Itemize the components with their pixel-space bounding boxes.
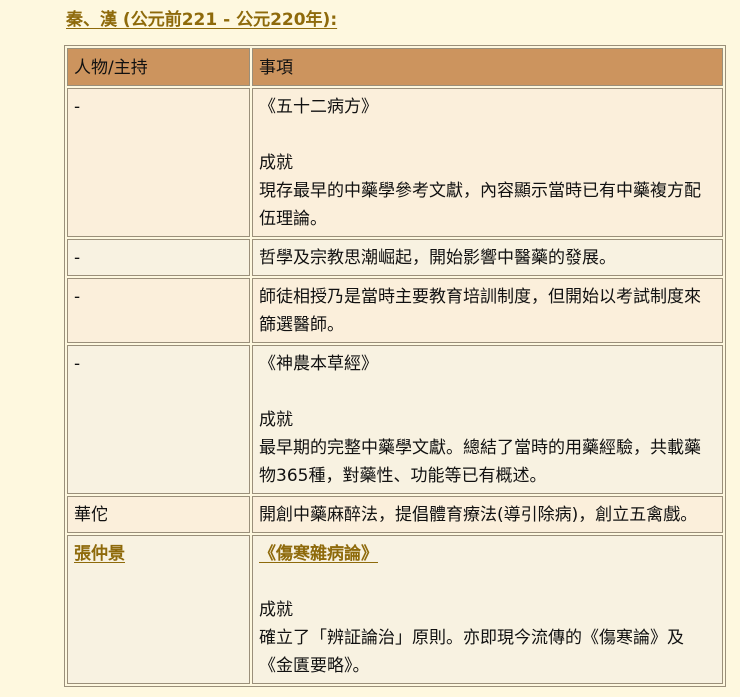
book-title: 《神農本草經》 — [259, 354, 378, 374]
table-row: - 《五十二病方》 成就 現存最早的中藥學參考文獻，內容顯示當時已有中藥複方配伍… — [67, 88, 723, 237]
table-header-row: 人物/主持 事項 — [67, 48, 723, 86]
matters-cell: 《神農本草經》 成就 最早期的完整中藥學文獻。總結了當時的用藥經驗，共載藥物36… — [252, 345, 723, 494]
matters-cell: 師徒相授乃是當時主要教育培訓制度，但開始以考試制度來篩選醫師。 — [252, 278, 723, 343]
table-row: - 哲學及宗教思潮崛起，開始影響中醫藥的發展。 — [67, 239, 723, 276]
column-header-matters: 事項 — [252, 48, 723, 86]
person-cell: - — [67, 239, 250, 276]
table-row: 張仲景 《傷寒雜病論》 成就 確立了「辨証論治」原則。亦即現今流傳的《傷寒論》及… — [67, 535, 723, 684]
column-header-person: 人物/主持 — [67, 48, 250, 86]
matters-cell: 開創中藥麻醉法，提倡體育療法(導引除病)，創立五禽戲。 — [252, 496, 723, 533]
matters-text: 師徒相授乃是當時主要教育培訓制度，但開始以考試制度來篩選醫師。 — [259, 287, 701, 335]
achievement-label: 成就 — [259, 410, 293, 430]
book-title: 《五十二病方》 — [259, 97, 378, 117]
matters-text: 現存最早的中藥學參考文獻，內容顯示當時已有中藥複方配伍理論。 — [259, 181, 701, 229]
matters-text: 開創中藥麻醉法，提倡體育療法(導引除病)，創立五禽戲。 — [259, 505, 698, 525]
person-link-zhang-zhongjing[interactable]: 張仲景 — [74, 544, 125, 564]
achievement-label: 成就 — [259, 600, 293, 620]
table-row: - 師徒相授乃是當時主要教育培訓制度，但開始以考試制度來篩選醫師。 — [67, 278, 723, 343]
table-row: - 《神農本草經》 成就 最早期的完整中藥學文獻。總結了當時的用藥經驗，共載藥物… — [67, 345, 723, 494]
book-title-link[interactable]: 《傷寒雜病論》 — [259, 540, 378, 568]
history-table: 人物/主持 事項 - 《五十二病方》 成就 現存最早的中藥學參考文獻，內容顯示當… — [64, 45, 726, 687]
matters-cell: 《五十二病方》 成就 現存最早的中藥學參考文獻，內容顯示當時已有中藥複方配伍理論… — [252, 88, 723, 237]
person-cell: 張仲景 — [67, 535, 250, 684]
section-heading[interactable]: 秦、漢 (公元前221 - 公元220年): — [66, 5, 337, 30]
person-cell: - — [67, 345, 250, 494]
table-row: 華佗 開創中藥麻醉法，提倡體育療法(導引除病)，創立五禽戲。 — [67, 496, 723, 533]
matters-text: 最早期的完整中藥學文獻。總結了當時的用藥經驗，共載藥物365種，對藥性、功能等已… — [259, 438, 701, 486]
matters-text: 確立了「辨証論治」原則。亦即現今流傳的《傷寒論》及《金匱要略》。 — [259, 628, 684, 676]
matters-cell: 哲學及宗教思潮崛起，開始影響中醫藥的發展。 — [252, 239, 723, 276]
achievement-label: 成就 — [259, 153, 293, 173]
person-cell: 華佗 — [67, 496, 250, 533]
person-cell: - — [67, 278, 250, 343]
matters-text: 哲學及宗教思潮崛起，開始影響中醫藥的發展。 — [259, 248, 616, 268]
person-cell: - — [67, 88, 250, 237]
matters-cell: 《傷寒雜病論》 成就 確立了「辨証論治」原則。亦即現今流傳的《傷寒論》及《金匱要… — [252, 535, 723, 684]
